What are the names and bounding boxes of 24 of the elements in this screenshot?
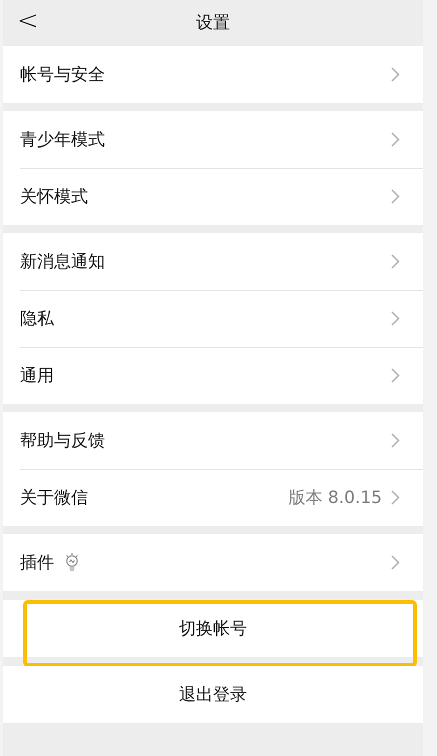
action-button[interactable]: 切换帐号 bbox=[3, 600, 423, 657]
bulb-icon bbox=[64, 550, 80, 570]
settings-item[interactable]: 青少年模式 bbox=[3, 111, 423, 168]
settings-item[interactable]: 关于微信 版本 8.0.15 bbox=[3, 469, 423, 526]
chevron-icon bbox=[391, 67, 400, 82]
chevron-icon bbox=[391, 490, 400, 505]
back-button[interactable]: < bbox=[17, 6, 39, 36]
settings-item[interactable]: 通用 bbox=[3, 347, 423, 404]
page-title: 设置 bbox=[196, 12, 230, 34]
settings-item[interactable]: 关怀模式 bbox=[3, 168, 423, 225]
chevron-icon bbox=[391, 254, 400, 269]
settings-item[interactable]: 隐私 bbox=[3, 290, 423, 347]
settings-item[interactable]: 新消息通知 bbox=[3, 233, 423, 290]
settings-item[interactable]: 帐号与安全 bbox=[3, 46, 423, 103]
version-text: 版本 8.0.15 bbox=[288, 487, 382, 509]
chevron-icon bbox=[391, 555, 400, 570]
settings-item[interactable]: 帮助与反馈 bbox=[3, 412, 423, 469]
settings-item[interactable]: 插件 bbox=[3, 534, 423, 591]
chevron-icon bbox=[391, 132, 400, 147]
action-button[interactable]: 退出登录 bbox=[3, 666, 423, 723]
chevron-icon bbox=[391, 433, 400, 448]
chevron-icon bbox=[391, 311, 400, 326]
chevron-icon bbox=[391, 189, 400, 204]
chevron-icon bbox=[391, 368, 400, 383]
